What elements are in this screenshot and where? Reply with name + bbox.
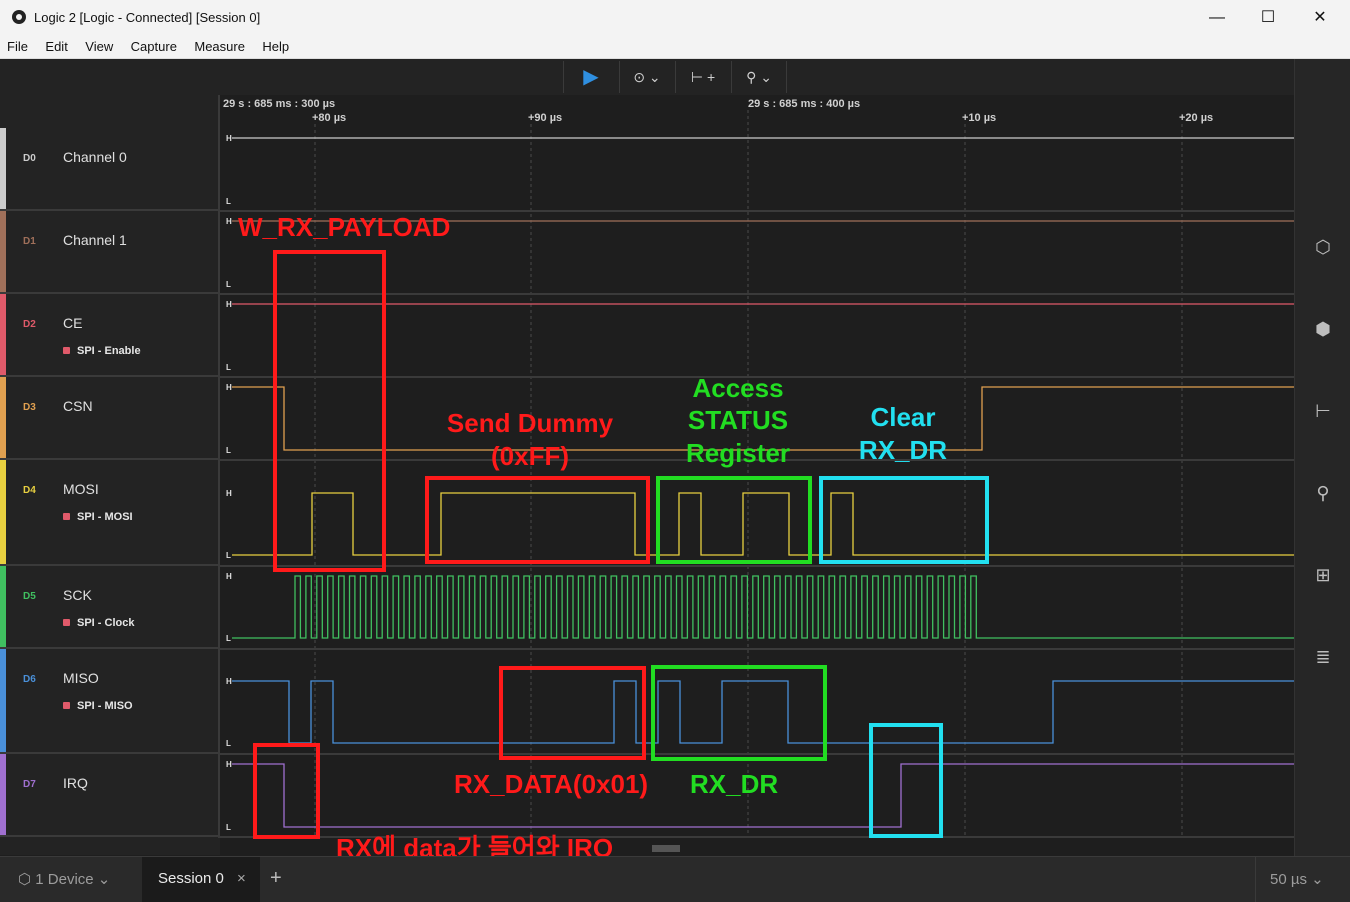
level-high-label: H: [226, 760, 232, 769]
device-label: 1 Device ⌄: [35, 871, 111, 888]
device-icon: ⬡: [18, 871, 36, 888]
timeline-absolute-left: 29 s : 685 ms : 300 µs: [223, 98, 335, 110]
level-low-label: L: [226, 280, 231, 289]
close-session-icon[interactable]: ×: [237, 870, 246, 887]
level-high-label: H: [226, 300, 232, 309]
add-session-button[interactable]: +: [270, 867, 282, 890]
measurements-icon[interactable]: ⊢: [1311, 399, 1335, 423]
annotation-label: RX_DR: [859, 435, 947, 465]
zoom-level-label: 50 µs ⌄: [1270, 871, 1324, 888]
annotation-label: RX_DATA(0x01): [454, 769, 648, 799]
timeline-tick-label: +10 µs: [962, 112, 996, 124]
right-sidebar: ⬡ ⬢ ⊢ ⚲ ⊞ ≣: [1294, 59, 1350, 856]
notes-icon[interactable]: ≣: [1311, 645, 1335, 669]
horizontal-scrollbar[interactable]: [652, 845, 680, 852]
timeline-tick-label: +90 µs: [528, 112, 562, 124]
session-tab[interactable]: Session 0 ×: [142, 857, 260, 902]
level-low-label: L: [226, 446, 231, 455]
timeline-absolute-mid: 29 s : 685 ms : 400 µs: [748, 98, 860, 110]
annotation-label: STATUS: [688, 405, 788, 435]
level-low-label: L: [226, 551, 231, 560]
extensions-icon[interactable]: ⬢: [1311, 317, 1335, 341]
annotation-label: Send Dummy: [447, 408, 614, 438]
level-high-label: H: [226, 572, 232, 581]
level-low-label: L: [226, 823, 231, 832]
timeline-tick-label: +80 µs: [312, 112, 346, 124]
level-low-label: L: [226, 363, 231, 372]
level-high-label: H: [226, 217, 232, 226]
annotation-label: W_RX_PAYLOAD: [238, 212, 450, 242]
annotation-label: RX_DR: [690, 769, 778, 799]
level-high-label: H: [226, 134, 232, 143]
level-low-label: L: [226, 197, 231, 206]
waveform-view[interactable]: 29 s : 685 ms : 300 µs 29 s : 685 ms : 40…: [0, 0, 1294, 856]
level-low-label: L: [226, 739, 231, 748]
timeline-tick-label: +20 µs: [1179, 112, 1213, 124]
close-button[interactable]: ✕: [1305, 6, 1335, 30]
zoom-level-selector[interactable]: 50 µs ⌄: [1255, 857, 1350, 902]
bottom-bar: ⬡ 1 Device ⌄ Session 0 × + 50 µs ⌄: [0, 856, 1350, 902]
annotation-label: Access: [692, 373, 783, 403]
level-high-label: H: [226, 383, 232, 392]
level-low-label: L: [226, 634, 231, 643]
device-selector[interactable]: ⬡ 1 Device ⌄: [18, 870, 110, 888]
level-high-label: H: [226, 489, 232, 498]
annotation-label: RX에 data가 들어와 IRQ: [336, 833, 613, 856]
layout-icon[interactable]: ⊞: [1311, 563, 1335, 587]
markers-icon[interactable]: ⚲: [1311, 481, 1335, 505]
annotation-label: (0xFF): [491, 441, 569, 471]
annotation-label: Clear: [870, 402, 935, 432]
level-high-label: H: [226, 677, 232, 686]
session-tab-label: Session 0: [158, 870, 224, 887]
annotation-label: Register: [686, 438, 790, 468]
waveform-background: [220, 95, 1294, 855]
analyzers-icon[interactable]: ⬡: [1311, 235, 1335, 259]
